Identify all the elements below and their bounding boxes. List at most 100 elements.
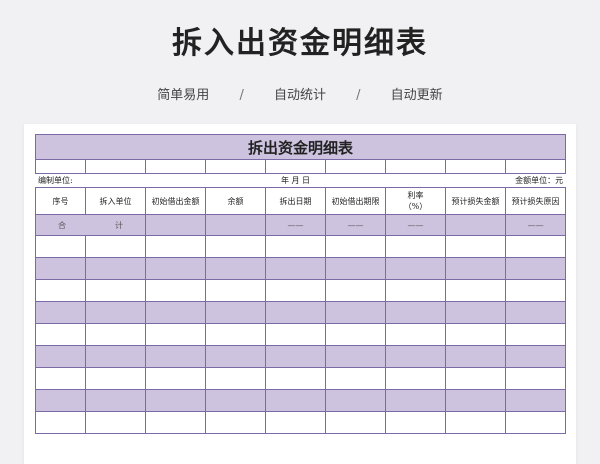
cell[interactable]: [265, 301, 326, 324]
cell[interactable]: [205, 257, 266, 280]
cell[interactable]: [385, 159, 446, 174]
cell[interactable]: [35, 235, 86, 258]
cell[interactable]: [445, 323, 506, 346]
cell[interactable]: [325, 411, 386, 434]
cell[interactable]: [35, 389, 86, 412]
cell[interactable]: [504, 345, 567, 368]
cell[interactable]: [35, 367, 86, 390]
cell[interactable]: [85, 323, 146, 346]
cell[interactable]: [445, 301, 506, 324]
table-row: [35, 323, 567, 346]
cell[interactable]: [445, 214, 506, 236]
cell[interactable]: [445, 345, 506, 368]
cell[interactable]: [205, 235, 266, 258]
cell[interactable]: [145, 323, 206, 346]
cell[interactable]: [205, 159, 266, 174]
cell[interactable]: [385, 345, 446, 368]
cell[interactable]: [504, 301, 567, 324]
cell[interactable]: [325, 323, 386, 346]
total-label-b: 计: [115, 220, 124, 230]
cell[interactable]: [145, 345, 206, 368]
cell[interactable]: [385, 411, 446, 434]
cell[interactable]: [205, 367, 266, 390]
cell[interactable]: [385, 367, 446, 390]
cell[interactable]: [145, 389, 206, 412]
cell[interactable]: [85, 345, 146, 368]
cell[interactable]: [35, 279, 86, 302]
cell[interactable]: [205, 389, 266, 412]
col-header-initial-amount: 初始借出金额: [145, 187, 206, 215]
cell[interactable]: [85, 301, 146, 324]
cell[interactable]: [265, 345, 326, 368]
cell[interactable]: [35, 345, 86, 368]
cell[interactable]: [504, 323, 567, 346]
cell[interactable]: [85, 367, 146, 390]
cell[interactable]: [504, 389, 567, 412]
cell[interactable]: [35, 257, 86, 280]
cell[interactable]: [385, 301, 446, 324]
cell[interactable]: [265, 235, 326, 258]
cell[interactable]: [85, 411, 146, 434]
cell[interactable]: [445, 389, 506, 412]
cell[interactable]: [85, 235, 146, 258]
cell[interactable]: [325, 279, 386, 302]
cell[interactable]: [205, 214, 266, 236]
cell[interactable]: [265, 323, 326, 346]
date-label: 年 月 日: [145, 173, 446, 188]
cell[interactable]: [504, 411, 567, 434]
total-dash: ——: [325, 214, 386, 236]
cell[interactable]: [205, 345, 266, 368]
cell[interactable]: [445, 159, 506, 174]
cell[interactable]: [504, 279, 567, 302]
cell[interactable]: [265, 279, 326, 302]
cell[interactable]: [85, 159, 146, 174]
cell[interactable]: [265, 411, 326, 434]
cell[interactable]: [325, 301, 386, 324]
cell[interactable]: [265, 257, 326, 280]
cell[interactable]: [265, 389, 326, 412]
spreadsheet-preview: 拆出资金明细表 编制单位: 年 月 日 金额单位：元 序号 拆入单位 初始借出金…: [24, 124, 576, 464]
cell[interactable]: [385, 389, 446, 412]
cell[interactable]: [145, 214, 206, 236]
cell[interactable]: [385, 257, 446, 280]
cell[interactable]: [145, 257, 206, 280]
cell[interactable]: [265, 367, 326, 390]
cell[interactable]: [35, 159, 86, 174]
cell[interactable]: [145, 235, 206, 258]
cell[interactable]: [385, 323, 446, 346]
cell[interactable]: [35, 411, 86, 434]
cell[interactable]: [145, 367, 206, 390]
cell[interactable]: [205, 301, 266, 324]
cell[interactable]: [504, 367, 567, 390]
cell[interactable]: [205, 279, 266, 302]
cell[interactable]: [504, 235, 567, 258]
cell[interactable]: [504, 159, 567, 174]
cell[interactable]: [265, 159, 326, 174]
cell[interactable]: [145, 159, 206, 174]
cell[interactable]: [145, 301, 206, 324]
amount-unit-label: 金额单位：元: [504, 173, 567, 188]
cell[interactable]: [445, 367, 506, 390]
cell[interactable]: [145, 279, 206, 302]
cell[interactable]: [35, 301, 86, 324]
cell[interactable]: [445, 279, 506, 302]
cell[interactable]: [385, 279, 446, 302]
cell[interactable]: [445, 235, 506, 258]
cell[interactable]: [85, 389, 146, 412]
cell[interactable]: [504, 257, 567, 280]
cell[interactable]: [85, 279, 146, 302]
cell[interactable]: [385, 235, 446, 258]
cell[interactable]: [325, 257, 386, 280]
cell[interactable]: [325, 389, 386, 412]
cell[interactable]: [325, 345, 386, 368]
cell[interactable]: [325, 235, 386, 258]
cell[interactable]: [205, 411, 266, 434]
cell[interactable]: [35, 323, 86, 346]
cell[interactable]: [145, 411, 206, 434]
cell[interactable]: [445, 257, 506, 280]
cell[interactable]: [445, 411, 506, 434]
cell[interactable]: [325, 159, 386, 174]
cell[interactable]: [85, 257, 146, 280]
cell[interactable]: [325, 367, 386, 390]
cell[interactable]: [205, 323, 266, 346]
